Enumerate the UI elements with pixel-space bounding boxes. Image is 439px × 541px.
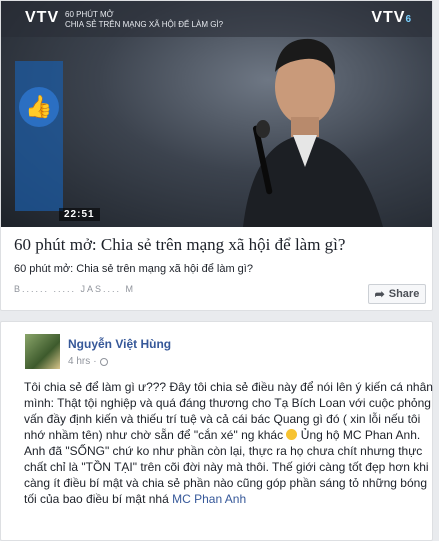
- post-time[interactable]: 4 hrs: [68, 356, 90, 367]
- program-caption: 60 PHÚT MỞ CHIA SẺ TRÊN MẠNG XÃ HỘI ĐỂ L…: [65, 10, 224, 29]
- link-description: 60 phút mở: Chia sẻ trên mạng xã hội để …: [14, 263, 253, 275]
- globe-icon[interactable]: [99, 357, 108, 366]
- post-body: Tôi chia sẻ để làm gì ư??? Đây tôi chia …: [24, 379, 434, 507]
- mention-link[interactable]: MC Phan Anh: [172, 492, 246, 506]
- post-meta: 4 hrs ·: [68, 356, 108, 367]
- share-button-label: Share: [388, 288, 420, 300]
- share-arrow-icon: ➦: [374, 287, 385, 301]
- post-author[interactable]: Nguyễn Việt Hùng: [68, 337, 171, 351]
- vtv-channel-logo: VTV: [25, 9, 60, 26]
- avatar[interactable]: [25, 334, 60, 369]
- studio-backdrop-panel: [15, 61, 63, 211]
- smiley-emoji-icon: [286, 429, 298, 440]
- share-button[interactable]: ➦ Share: [368, 284, 426, 304]
- shared-link-card: VTV 60 PHÚT MỞ CHIA SẺ TRÊN MẠNG XÃ HỘI …: [0, 0, 433, 311]
- video-thumbnail[interactable]: VTV 60 PHÚT MỞ CHIA SẺ TRÊN MẠNG XÃ HỘI …: [1, 1, 432, 227]
- link-title[interactable]: 60 phút mở: Chia sẻ trên mạng xã hội để …: [14, 235, 345, 255]
- thumbs-up-icon: 👍: [19, 87, 59, 127]
- presenter-figure: [243, 38, 383, 227]
- link-domain: B...... ..... JAS.... M: [14, 284, 136, 294]
- video-timestamp: 22:51: [59, 208, 100, 221]
- post-card: Nguyễn Việt Hùng 4 hrs · Tôi chia sẻ để …: [0, 321, 433, 541]
